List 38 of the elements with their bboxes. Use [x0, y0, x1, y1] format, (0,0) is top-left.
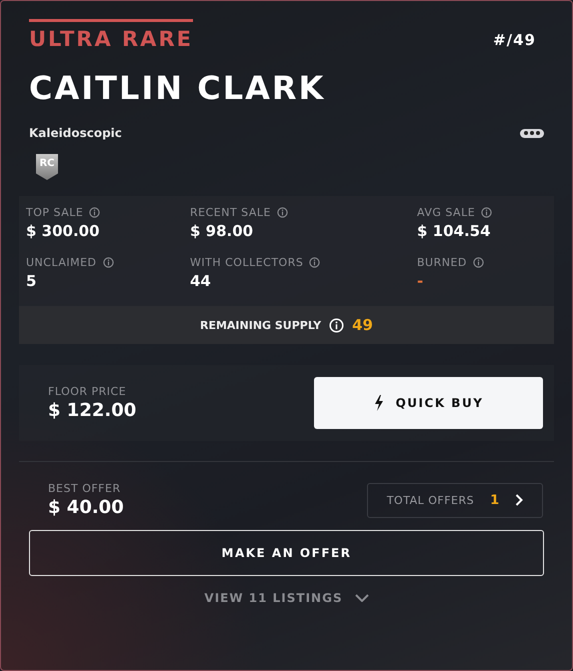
supply-value: 49: [352, 316, 373, 334]
rarity-label: ULTRA RARE: [29, 19, 193, 50]
floor-label: FLOOR PRICE: [48, 385, 128, 398]
view-listings-button[interactable]: VIEW 11 LISTINGS: [198, 590, 375, 606]
stat-label: RECENT SALE: [190, 206, 271, 219]
info-icon: [89, 207, 100, 218]
stat-value: $ 300.00: [26, 222, 101, 240]
lightning-icon: [374, 395, 384, 411]
set-name: Kaleidoscopic: [29, 126, 122, 140]
stat-label: AVG SALE: [417, 206, 476, 219]
make-offer-button[interactable]: MAKE AN OFFER: [29, 530, 544, 576]
chevron-down-icon: [354, 594, 369, 602]
info-icon: [102, 257, 114, 268]
more-button[interactable]: [520, 128, 544, 138]
info-icon: [472, 257, 484, 268]
stat-label: UNCLAIMED: [26, 256, 97, 269]
quick-buy-button[interactable]: QUICK BUY: [314, 377, 543, 429]
best-offer-label: BEST OFFER: [48, 482, 122, 495]
supply-label: REMAINING SUPPLY: [200, 318, 322, 332]
info-icon: [309, 257, 320, 268]
stat-value: $ 98.00: [190, 222, 254, 240]
total-offers-button[interactable]: TOTAL OFFERS 1: [367, 482, 543, 518]
stat-label: TOP SALE: [26, 206, 84, 219]
stat-label: WITH COLLECTORS: [190, 256, 304, 269]
stat-value: 5: [26, 272, 38, 290]
stat-value: 44: [190, 272, 212, 290]
best-offer-price: $ 40.00: [48, 497, 124, 518]
stat-value: -: [417, 272, 424, 290]
stat-label: BURNED: [417, 256, 467, 269]
stat-value: $ 104.54: [417, 222, 492, 240]
info-icon: [481, 207, 492, 218]
serial-number: #/49: [493, 31, 536, 49]
info-icon: [329, 318, 344, 332]
player-name: CAITLIN CLARK: [28, 72, 326, 104]
info-icon: [276, 207, 288, 218]
floor-price: $ 122.00: [48, 400, 136, 421]
chevron-right-icon: [515, 494, 524, 506]
rookie-badge: RC: [36, 154, 58, 180]
